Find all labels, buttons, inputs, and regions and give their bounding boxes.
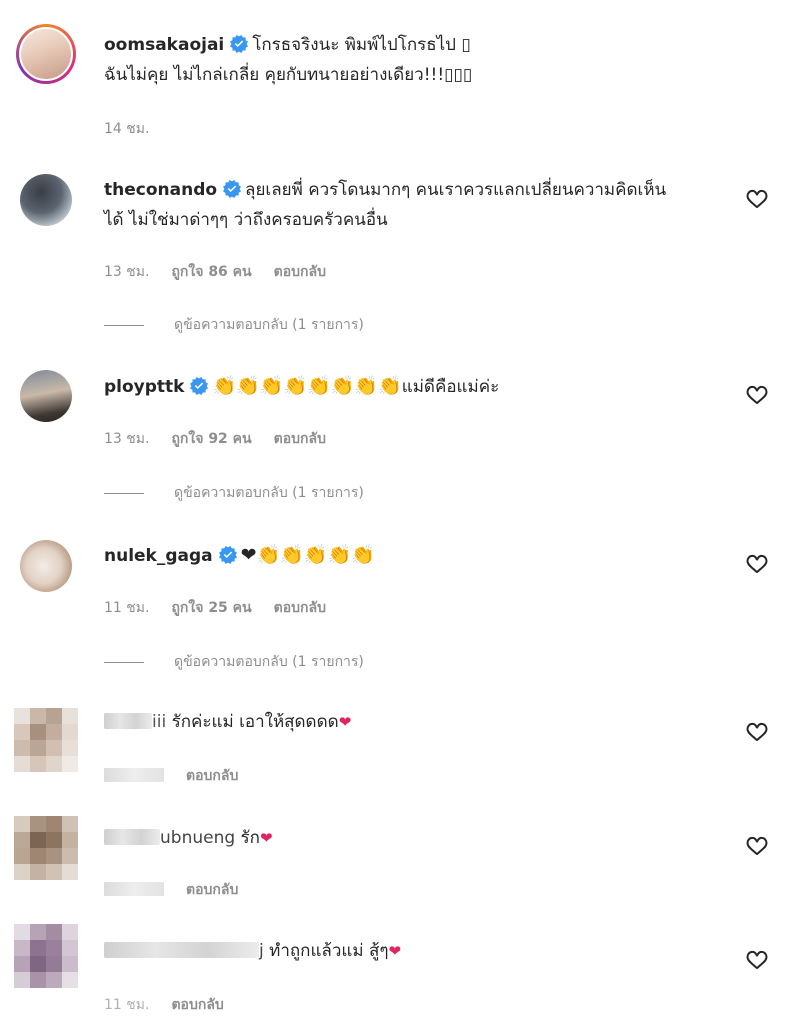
divider-dash bbox=[104, 324, 144, 326]
comment-text-line: theconando ลุยเลยพี่ ควรโดนมากๆ คนเราควรแ… bbox=[104, 175, 666, 205]
divider-dash bbox=[104, 492, 144, 494]
blurred-username[interactable] bbox=[104, 713, 152, 729]
username[interactable]: nulek_gaga bbox=[104, 546, 213, 566]
verified-badge-icon bbox=[230, 35, 248, 53]
reply-button[interactable]: ตอบกลับ bbox=[171, 997, 223, 1013]
comment-text-line: ploypttk 👏👏👏👏👏👏👏👏แม่ดีคือแม่ค่ะ bbox=[104, 371, 499, 402]
timestamp[interactable]: 11 ชม. bbox=[104, 997, 149, 1013]
heart-clap-emojis: ❤👏👏👏👏👏 bbox=[240, 544, 375, 566]
avatar[interactable] bbox=[14, 924, 78, 988]
like-heart-icon[interactable] bbox=[745, 834, 769, 858]
reply-button[interactable]: ตอบกลับ bbox=[274, 264, 326, 280]
view-replies-button[interactable]: ดูข้อความตอบกลับ (1 รายการ) bbox=[104, 482, 364, 504]
view-replies-label: ดูข้อความตอบกลับ (1 รายการ) bbox=[174, 485, 364, 501]
timestamp[interactable]: 11 ชม. bbox=[104, 600, 149, 616]
comment-text: แม่ดีคือแม่ค่ะ bbox=[401, 377, 500, 397]
comment-text-line: ubnueng รัก❤ bbox=[104, 823, 273, 853]
reply-button[interactable]: ตอบกลับ bbox=[186, 768, 238, 784]
comment-text-line: nulek_gaga ❤👏👏👏👏👏 bbox=[104, 540, 375, 571]
comment-text: รัก bbox=[240, 828, 260, 848]
blurred-username[interactable] bbox=[104, 829, 160, 845]
comment-text-line: j ทำถูกแล้วแม่ สู้ๆ❤ bbox=[104, 936, 401, 966]
username[interactable]: theconando bbox=[104, 180, 217, 200]
reply-button[interactable]: ตอบกลับ bbox=[186, 882, 238, 898]
verified-badge-icon bbox=[190, 377, 208, 395]
comment-meta: 13 ชม. ถูกใจ 86 คน ตอบกลับ bbox=[104, 261, 348, 283]
comment-text-line: iii รักค่ะแม่ เอาให้สุดดดด❤ bbox=[104, 707, 351, 737]
comment-text-line: oomsakaojai โกรธจริงนะ พิมพ์ไปโกรธไป ▯ bbox=[104, 30, 471, 60]
username[interactable]: oomsakaojai bbox=[104, 35, 224, 55]
timestamp[interactable]: 13 ชม. bbox=[104, 264, 149, 280]
comment-text-line: ฉันไม่คุย ไม่ไกล่เกลี่ย คุยกับทนายอย่างเ… bbox=[104, 60, 472, 90]
comment-text: ลุยเลยพี่ ควรโดนมากๆ คนเราควรแลกเปลี่ยนค… bbox=[245, 180, 667, 200]
avatar[interactable] bbox=[14, 816, 78, 880]
blurred-timestamp bbox=[104, 882, 164, 896]
red-heart-emoji: ❤ bbox=[388, 942, 402, 960]
comment-text: รักค่ะแม่ เอาให้สุดดดด bbox=[171, 712, 339, 732]
view-replies-label: ดูข้อความตอบกลับ (1 รายการ) bbox=[174, 317, 364, 333]
comment-text-line: ได้ ไม่ใช่มาด่าๆๆ ว่าถึงครอบครัวคนอื่น bbox=[104, 205, 388, 235]
comment-meta: 11 ชม. ตอบกลับ bbox=[104, 994, 246, 1016]
comment-text: โกรธจริงนะ พิมพ์ไปโกรธไป bbox=[252, 35, 456, 55]
like-heart-icon[interactable] bbox=[745, 720, 769, 744]
comment-meta: ตอบกลับ bbox=[104, 765, 260, 787]
view-replies-button[interactable]: ดูข้อความตอบกลับ (1 รายการ) bbox=[104, 314, 364, 336]
timestamp[interactable]: 14 ชม. bbox=[104, 121, 149, 137]
username-fragment[interactable]: iii bbox=[152, 712, 166, 732]
reply-button[interactable]: ตอบกลับ bbox=[274, 600, 326, 616]
view-replies-button[interactable]: ดูข้อความตอบกลับ (1 รายการ) bbox=[104, 651, 364, 673]
comment-text: ได้ ไม่ใช่มาด่าๆๆ ว่าถึงครอบครัวคนอื่น bbox=[104, 210, 388, 230]
blurred-username[interactable] bbox=[104, 942, 259, 958]
missing-glyph: ▯▯▯ bbox=[444, 65, 473, 85]
timestamp[interactable]: 13 ชม. bbox=[104, 431, 149, 447]
avatar[interactable] bbox=[16, 24, 76, 84]
missing-glyph: ▯ bbox=[461, 35, 471, 55]
avatar-photo bbox=[19, 27, 73, 81]
comment-meta: 11 ชม. ถูกใจ 25 คน ตอบกลับ bbox=[104, 597, 348, 619]
comment-text: ทำถูกแล้วแม่ สู้ๆ bbox=[269, 941, 389, 961]
likes-count[interactable]: ถูกใจ 25 คน bbox=[171, 600, 251, 616]
like-heart-icon[interactable] bbox=[745, 187, 769, 211]
avatar[interactable] bbox=[14, 708, 78, 772]
like-heart-icon[interactable] bbox=[745, 948, 769, 972]
username-fragment[interactable]: j bbox=[259, 941, 264, 961]
comment-meta: 14 ชม. bbox=[104, 118, 171, 140]
divider-dash bbox=[104, 661, 144, 663]
like-heart-icon[interactable] bbox=[745, 383, 769, 407]
reply-button[interactable]: ตอบกลับ bbox=[274, 431, 326, 447]
clap-emojis: 👏👏👏👏👏👏👏👏 bbox=[212, 375, 402, 397]
username-fragment[interactable]: ubnueng bbox=[160, 828, 235, 848]
red-heart-emoji: ❤ bbox=[259, 829, 273, 847]
likes-count[interactable]: ถูกใจ 92 คน bbox=[171, 431, 251, 447]
avatar[interactable] bbox=[20, 370, 72, 422]
like-heart-icon[interactable] bbox=[745, 552, 769, 576]
comment-meta: 13 ชม. ถูกใจ 92 คน ตอบกลับ bbox=[104, 428, 348, 450]
verified-badge-icon bbox=[219, 546, 237, 564]
verified-badge-icon bbox=[223, 180, 241, 198]
comment-text: ฉันไม่คุย ไม่ไกล่เกลี่ย คุยกับทนายอย่างเ… bbox=[104, 65, 445, 85]
username[interactable]: ploypttk bbox=[104, 377, 184, 397]
avatar[interactable] bbox=[20, 540, 72, 592]
view-replies-label: ดูข้อความตอบกลับ (1 รายการ) bbox=[174, 654, 364, 670]
red-heart-emoji: ❤ bbox=[338, 713, 352, 731]
likes-count[interactable]: ถูกใจ 86 คน bbox=[171, 264, 251, 280]
comment-meta: ตอบกลับ bbox=[104, 879, 260, 901]
avatar[interactable] bbox=[20, 174, 72, 226]
blurred-timestamp bbox=[104, 768, 164, 782]
